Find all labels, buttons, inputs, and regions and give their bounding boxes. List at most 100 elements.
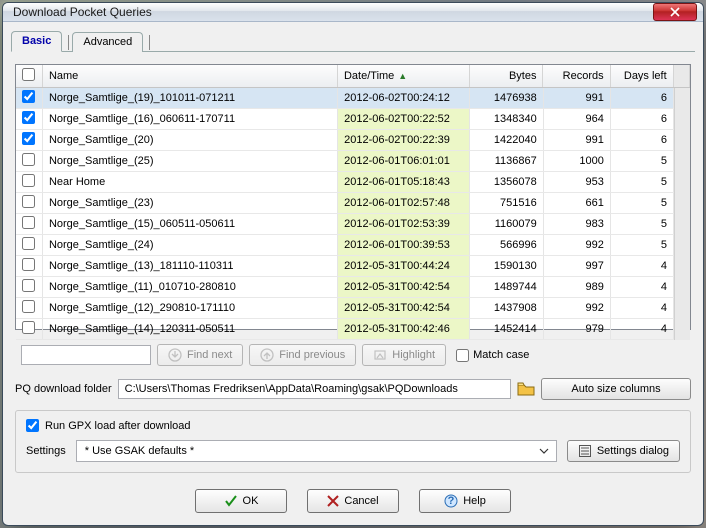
row-checkbox[interactable] [22, 279, 35, 292]
row-checkbox[interactable] [22, 300, 35, 313]
find-next-button[interactable]: Find next [157, 344, 243, 366]
table-row[interactable]: Norge_Samtlige_(12)_290810-1711102012-05… [16, 298, 674, 319]
ok-button[interactable]: OK [195, 489, 287, 513]
table-row[interactable]: Norge_Samtlige_(14)_120311-0505112012-05… [16, 319, 674, 340]
row-checkbox[interactable] [22, 237, 35, 250]
table-row[interactable]: Norge_Samtlige_(20)2012-06-02T00:22:3914… [16, 130, 674, 151]
row-checkbox-cell[interactable] [16, 298, 42, 319]
cell-bytes: 566996 [470, 235, 543, 256]
cell-daysleft: 4 [610, 277, 673, 298]
cell-daysleft: 5 [610, 172, 673, 193]
cell-records: 992 [543, 235, 610, 256]
cell-name: Norge_Samtlige_(23) [42, 193, 337, 214]
cell-datetime: 2012-06-01T02:57:48 [338, 193, 470, 214]
table-row[interactable]: Norge_Samtlige_(13)_181110-1103112012-05… [16, 256, 674, 277]
cell-bytes: 1452414 [470, 319, 543, 340]
select-all-checkbox[interactable] [22, 68, 35, 81]
cell-datetime: 2012-05-31T00:44:24 [338, 256, 470, 277]
close-button[interactable] [653, 3, 697, 21]
download-folder-path[interactable]: C:\Users\Thomas Fredriksen\AppData\Roami… [118, 379, 511, 399]
row-checkbox-cell[interactable] [16, 235, 42, 256]
row-checkbox-cell[interactable] [16, 214, 42, 235]
cell-name: Norge_Samtlige_(19)_101011-071211 [42, 88, 337, 109]
cancel-label: Cancel [344, 495, 378, 507]
post-download-group: Run GPX load after download Settings * U… [15, 410, 691, 473]
highlight-label: Highlight [392, 349, 435, 361]
dialog-window: Download Pocket Queries Basic Advanced [2, 2, 704, 526]
row-checkbox[interactable] [22, 111, 35, 124]
find-input[interactable] [21, 345, 151, 365]
table-row[interactable]: Norge_Samtlige_(19)_101011-0712112012-06… [16, 88, 674, 109]
match-case-checkbox[interactable] [456, 349, 469, 362]
row-checkbox[interactable] [22, 321, 35, 334]
cell-records: 989 [543, 277, 610, 298]
table-row[interactable]: Norge_Samtlige_(11)_010710-2808102012-05… [16, 277, 674, 298]
row-checkbox[interactable] [22, 216, 35, 229]
run-gpx-checkbox[interactable] [26, 419, 39, 432]
row-checkbox[interactable] [22, 132, 35, 145]
run-gpx-option[interactable]: Run GPX load after download [26, 419, 680, 432]
cell-datetime: 2012-06-02T00:22:52 [338, 109, 470, 130]
download-folder-label: PQ download folder [15, 383, 112, 395]
table-row[interactable]: Norge_Samtlige_(25)2012-06-01T06:01:0111… [16, 151, 674, 172]
match-case-label: Match case [473, 349, 529, 361]
table-row[interactable]: Near Home2012-06-01T05:18:4313560789535 [16, 172, 674, 193]
col-records[interactable]: Records [543, 65, 610, 88]
cell-bytes: 1356078 [470, 172, 543, 193]
row-checkbox-cell[interactable] [16, 319, 42, 340]
col-daysleft[interactable]: Days left [610, 65, 673, 88]
auto-size-columns-button[interactable]: Auto size columns [541, 378, 691, 400]
row-checkbox[interactable] [22, 90, 35, 103]
settings-label: Settings [26, 445, 66, 457]
vertical-scrollbar[interactable] [674, 88, 690, 340]
grid-header-row: Name Date/Time▲ Bytes Records Days left [16, 65, 690, 88]
settings-dialog-button[interactable]: Settings dialog [567, 440, 680, 462]
highlight-button[interactable]: Highlight [362, 344, 446, 366]
tab-basic[interactable]: Basic [11, 31, 62, 52]
check-icon [224, 494, 238, 508]
find-toolbar: Find next Find previous Highlight Match … [15, 340, 691, 366]
help-button[interactable]: ? Help [419, 489, 511, 513]
cell-daysleft: 6 [610, 109, 673, 130]
row-checkbox[interactable] [22, 153, 35, 166]
table-row[interactable]: Norge_Samtlige_(24)2012-06-01T00:39:5356… [16, 235, 674, 256]
cell-records: 953 [543, 172, 610, 193]
row-checkbox-cell[interactable] [16, 88, 42, 109]
find-next-label: Find next [187, 349, 232, 361]
row-checkbox-cell[interactable] [16, 256, 42, 277]
cancel-button[interactable]: Cancel [307, 489, 399, 513]
row-checkbox-cell[interactable] [16, 277, 42, 298]
browse-folder-button[interactable] [517, 381, 535, 397]
row-checkbox[interactable] [22, 258, 35, 271]
cell-records: 1000 [543, 151, 610, 172]
table-row[interactable]: Norge_Samtlige_(15)_060511-0506112012-06… [16, 214, 674, 235]
cell-bytes: 1160079 [470, 214, 543, 235]
dialog-button-bar: OK Cancel ? Help [11, 479, 695, 517]
row-checkbox[interactable] [22, 195, 35, 208]
header-checkbox[interactable] [16, 65, 42, 88]
cell-datetime: 2012-05-31T00:42:54 [338, 277, 470, 298]
cell-bytes: 1136867 [470, 151, 543, 172]
settings-combo[interactable]: * Use GSAK defaults * [76, 440, 557, 462]
cell-daysleft: 4 [610, 256, 673, 277]
cell-name: Norge_Samtlige_(16)_060611-170711 [42, 109, 337, 130]
row-checkbox-cell[interactable] [16, 172, 42, 193]
col-bytes[interactable]: Bytes [470, 65, 543, 88]
find-previous-button[interactable]: Find previous [249, 344, 356, 366]
col-name[interactable]: Name [42, 65, 337, 88]
download-folder-path-text: C:\Users\Thomas Fredriksen\AppData\Roami… [125, 383, 458, 395]
ok-label: OK [243, 495, 259, 507]
row-checkbox-cell[interactable] [16, 151, 42, 172]
cell-datetime: 2012-06-02T00:22:39 [338, 130, 470, 151]
row-checkbox-cell[interactable] [16, 109, 42, 130]
table-row[interactable]: Norge_Samtlige_(23)2012-06-01T02:57:4875… [16, 193, 674, 214]
row-checkbox-cell[interactable] [16, 193, 42, 214]
row-checkbox-cell[interactable] [16, 130, 42, 151]
table-row[interactable]: Norge_Samtlige_(16)_060611-1707112012-06… [16, 109, 674, 130]
row-checkbox[interactable] [22, 174, 35, 187]
col-datetime[interactable]: Date/Time▲ [337, 65, 469, 88]
tab-advanced[interactable]: Advanced [72, 32, 143, 52]
cell-bytes: 1590130 [470, 256, 543, 277]
match-case-option[interactable]: Match case [456, 349, 529, 362]
cell-daysleft: 4 [610, 319, 673, 340]
